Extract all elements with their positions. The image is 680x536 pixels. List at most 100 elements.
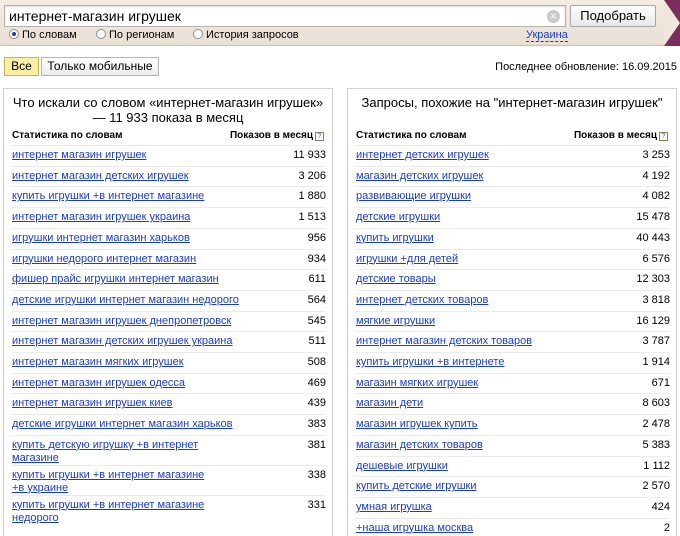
clear-icon[interactable]: ×: [547, 10, 560, 23]
query-link[interactable]: интернет магазин мягких игрушек: [12, 356, 252, 369]
query-link[interactable]: интернет детских товаров: [356, 294, 596, 307]
query-link[interactable]: умная игрушка: [356, 501, 596, 514]
query-link[interactable]: интернет магазин детских игрушек: [12, 170, 252, 183]
table-row: магазин детских товаров 5 383: [356, 434, 670, 456]
query-link[interactable]: купить игрушки +в интернет магазине недо…: [12, 499, 212, 525]
mode-by-regions[interactable]: По регионам: [96, 29, 174, 41]
query-link[interactable]: магазин мягких игрушек: [356, 377, 596, 390]
shows-count: 1 914: [642, 356, 670, 368]
mode-by-words[interactable]: По словам: [9, 29, 77, 41]
shows-count: 956: [307, 231, 326, 244]
table-row: интернет магазин игрушек киев 439: [12, 393, 326, 414]
table-row: купить детские игрушки 2 570: [356, 476, 670, 497]
shows-count: 439: [307, 397, 326, 410]
radio-unselected-icon[interactable]: [96, 29, 106, 39]
shows-count: 383: [307, 418, 326, 431]
similar-panel-title: Запросы, похожие на "интернет-магазин иг…: [361, 95, 663, 110]
table-row: купить детскую игрушку +в интернет магаз…: [12, 434, 326, 465]
radio-unselected-icon[interactable]: [193, 29, 203, 39]
shows-count: 16 129: [636, 314, 670, 327]
query-link[interactable]: интернет магазин детских игрушек украина: [12, 335, 252, 348]
query-link[interactable]: детские игрушки: [356, 211, 596, 224]
table-row: магазин дети 8 603: [356, 393, 670, 414]
region-selector[interactable]: Украина: [526, 29, 568, 42]
query-link[interactable]: интернет магазин игрушек украина: [12, 211, 252, 224]
table-row: детские товары 12 303: [356, 269, 670, 290]
column-header-shows-label: Показов в месяц: [229, 130, 313, 141]
shows-count: 8 603: [642, 397, 670, 410]
submit-button[interactable]: Подобрать: [570, 5, 656, 27]
query-link[interactable]: игрушки +для детей: [356, 253, 596, 266]
query-link[interactable]: купить детские игрушки: [356, 480, 596, 493]
query-link[interactable]: купить игрушки +в интернет магазине: [12, 190, 252, 203]
shows-count: 4 192: [642, 169, 670, 182]
query-link[interactable]: детские товары: [356, 273, 596, 286]
query-link[interactable]: интернет магазин игрушек днепропетровск: [12, 315, 252, 328]
query-link[interactable]: магазин детских игрушек: [356, 170, 596, 183]
help-icon[interactable]: ?: [315, 132, 324, 141]
query-link[interactable]: дешевые игрушки: [356, 460, 596, 473]
query-link[interactable]: купить игрушки +в интернете: [356, 356, 596, 369]
query-link[interactable]: игрушки недорого интернет магазин: [12, 253, 252, 266]
query-link[interactable]: купить детскую игрушку +в интернет магаз…: [12, 439, 212, 465]
table-row: интернет магазин игрушек 11 933: [12, 145, 326, 166]
last-update: Последнее обновление: 16.09.2015: [495, 61, 677, 73]
search-input[interactable]: [9, 7, 539, 25]
table-row: купить игрушки +в интернет магазине +в у…: [12, 464, 326, 495]
shows-count: 11 933: [293, 149, 326, 161]
radio-selected-icon[interactable]: [9, 29, 19, 39]
table-row: детские игрушки 15 478: [356, 207, 670, 228]
filter-mobile-button[interactable]: Только мобильные: [41, 57, 159, 76]
shows-count: 934: [307, 252, 326, 265]
table-row: интернет детских товаров 3 818: [356, 289, 670, 311]
query-link[interactable]: фишер прайс игрушки интернет магазин: [12, 273, 252, 286]
query-link[interactable]: интернет магазин детских товаров: [356, 335, 596, 348]
query-link[interactable]: интернет детских игрушек: [356, 149, 596, 162]
query-link[interactable]: купить игрушки: [356, 232, 596, 245]
shows-count: 564: [307, 293, 326, 306]
shows-count: 508: [307, 356, 326, 368]
query-link[interactable]: магазин дети: [356, 397, 596, 410]
table-row: игрушки недорого интернет магазин 934: [12, 248, 326, 270]
header-arrow-decoration: [664, 0, 680, 46]
search-header: × Подобрать По словам По регионам Истори…: [0, 0, 680, 46]
query-link[interactable]: интернет магазин игрушек киев: [12, 397, 252, 410]
shows-count: 3 253: [642, 149, 670, 161]
shows-count: 4 082: [642, 190, 670, 203]
words-panel-title: Что искали со словом «интернет-магазин и…: [12, 95, 324, 125]
help-icon[interactable]: ?: [659, 132, 668, 141]
query-link[interactable]: развивающие игрушки: [356, 190, 596, 203]
similar-panel: Запросы, похожие на "интернет-магазин иг…: [347, 88, 677, 536]
query-link[interactable]: интернет магазин игрушек одесса: [12, 377, 252, 390]
shows-count: 2: [663, 521, 670, 534]
query-link[interactable]: мягкие игрушки: [356, 315, 596, 328]
query-link[interactable]: интернет магазин игрушек: [12, 149, 252, 162]
query-link[interactable]: магазин игрушек купить: [356, 418, 596, 431]
shows-count: 1 112: [643, 459, 670, 472]
table-row: магазин мягких игрушек 671: [356, 372, 670, 394]
query-link[interactable]: +наша игрушка москва: [356, 522, 596, 535]
table-row: интернет магазин игрушек украина 1 513: [12, 207, 326, 228]
table-row: интернет магазин детских товаров 3 787: [356, 331, 670, 352]
column-header-shows: Показов в месяц?: [230, 130, 324, 141]
query-link[interactable]: купить игрушки +в интернет магазине +в у…: [12, 469, 212, 495]
table-row: интернет магазин детских игрушек 3 206: [12, 165, 326, 187]
table-row: интернет детских игрушек 3 253: [356, 145, 670, 166]
shows-count: 331: [307, 498, 326, 511]
shows-count: 611: [308, 273, 326, 286]
filter-all-button[interactable]: Все: [4, 57, 39, 76]
query-link[interactable]: магазин детских товаров: [356, 439, 596, 452]
search-box[interactable]: ×: [4, 5, 566, 27]
table-row: магазин игрушек купить 2 478: [356, 414, 670, 435]
mode-history[interactable]: История запросов: [193, 29, 299, 41]
table-row: мягкие игрушки 16 129: [356, 310, 670, 332]
query-link[interactable]: игрушки интернет магазин харьков: [12, 232, 252, 245]
shows-count: 2 478: [642, 418, 670, 431]
shows-count: 3 206: [298, 169, 326, 182]
query-link[interactable]: детские игрушки интернет магазин харьков: [12, 418, 252, 431]
mode-history-label: История запросов: [206, 29, 299, 41]
shows-count: 424: [651, 500, 670, 513]
shows-count: 338: [307, 468, 326, 481]
query-link[interactable]: детские игрушки интернет магазин недорог…: [12, 294, 252, 307]
shows-count: 1 513: [298, 211, 326, 224]
